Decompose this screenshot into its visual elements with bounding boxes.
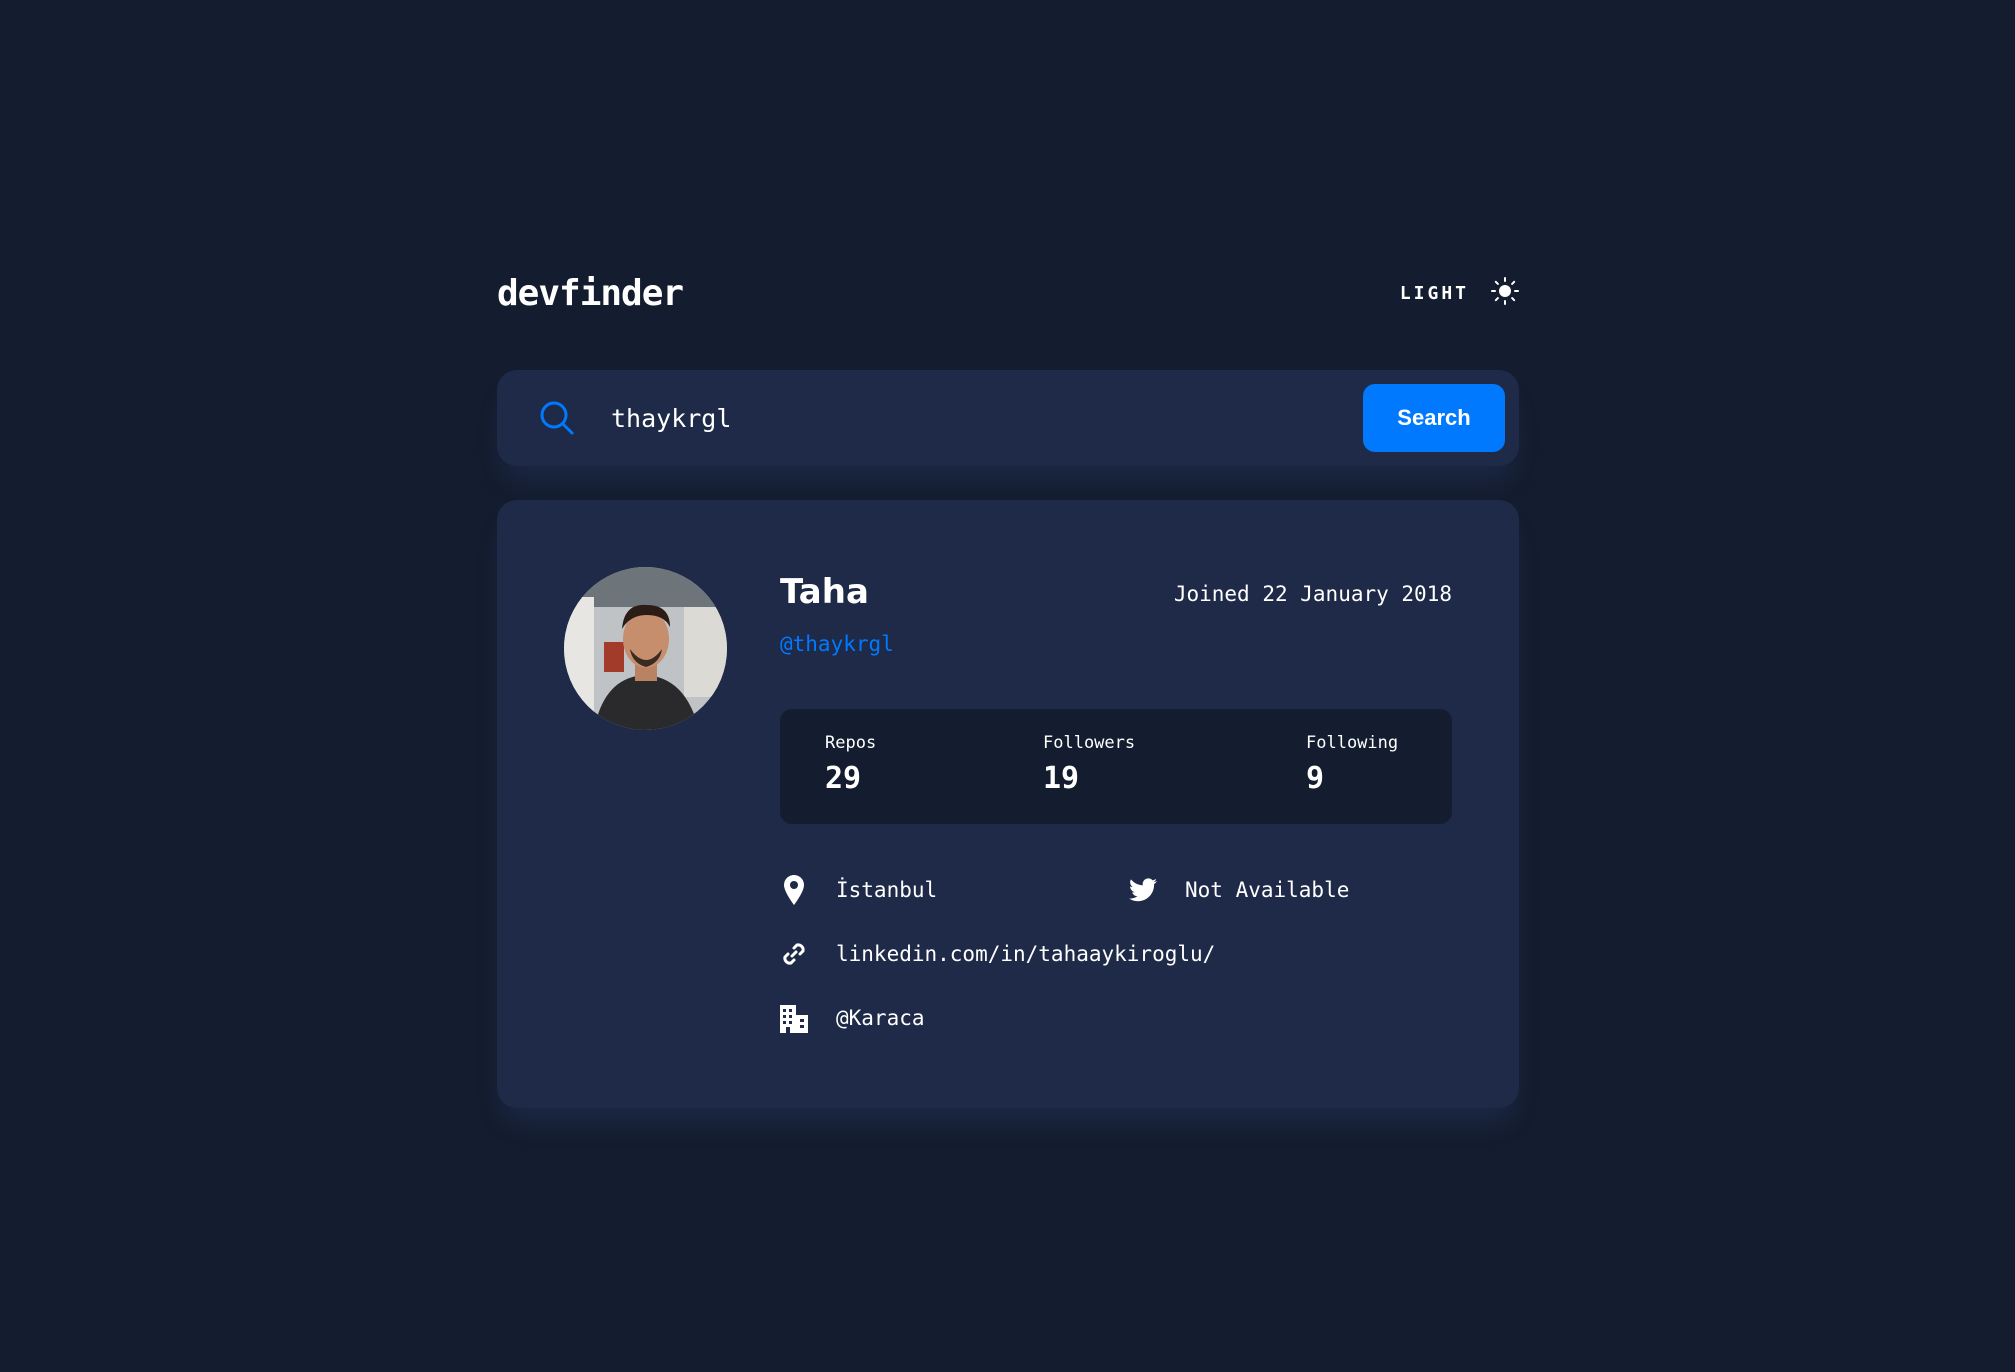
search-icon [539, 400, 575, 436]
profile-login-link[interactable]: @thaykrgl [780, 632, 894, 656]
info-twitter: Not Available [1129, 873, 1349, 907]
twitter-text: Not Available [1185, 878, 1350, 902]
header: devfinder LIGHT [497, 265, 1519, 321]
info-location: İstanbul [780, 873, 937, 907]
stats-panel: Repos 29 Followers 19 Following 9 [780, 709, 1452, 824]
office-building-icon [780, 1003, 808, 1033]
profile-card: Taha Joined 22 January 2018 @thaykrgl Re… [497, 500, 1519, 1108]
stat-value: 29 [825, 761, 862, 796]
stat-label: Followers [1043, 733, 1136, 753]
profile-name: Taha [780, 572, 869, 612]
blog-link[interactable]: linkedin.com/in/tahaaykiroglu/ [836, 942, 1215, 966]
stat-repos: Repos 29 [825, 733, 876, 796]
stat-label: Repos [825, 733, 877, 753]
info-blog[interactable]: linkedin.com/in/tahaaykiroglu/ [780, 937, 1215, 971]
theme-toggle-label: LIGHT [1399, 282, 1469, 304]
location-text: İstanbul [836, 878, 938, 902]
stat-value: 9 [1306, 761, 1325, 796]
twitter-icon [1129, 875, 1157, 905]
search-button[interactable]: Search [1363, 384, 1505, 452]
sun-icon [1491, 277, 1519, 309]
avatar [564, 567, 727, 730]
search-bar: Search [497, 370, 1519, 466]
joined-date: Joined 22 January 2018 [1173, 582, 1452, 606]
stat-followers: Followers 19 [1043, 733, 1135, 796]
company-text: @Karaca [836, 1006, 925, 1030]
stat-value: 19 [1043, 761, 1080, 796]
search-input[interactable] [611, 394, 1311, 442]
link-icon [780, 939, 808, 969]
app-logo: devfinder [497, 272, 684, 314]
stat-following: Following 9 [1306, 733, 1398, 796]
theme-toggle-button[interactable]: LIGHT [1400, 277, 1519, 309]
location-pin-icon [780, 875, 808, 905]
stat-label: Following [1306, 733, 1399, 753]
app-container: devfinder LIGHT thaykrgl Search Taha Joi… [497, 0, 1519, 1372]
info-company: @Karaca [780, 1001, 925, 1035]
